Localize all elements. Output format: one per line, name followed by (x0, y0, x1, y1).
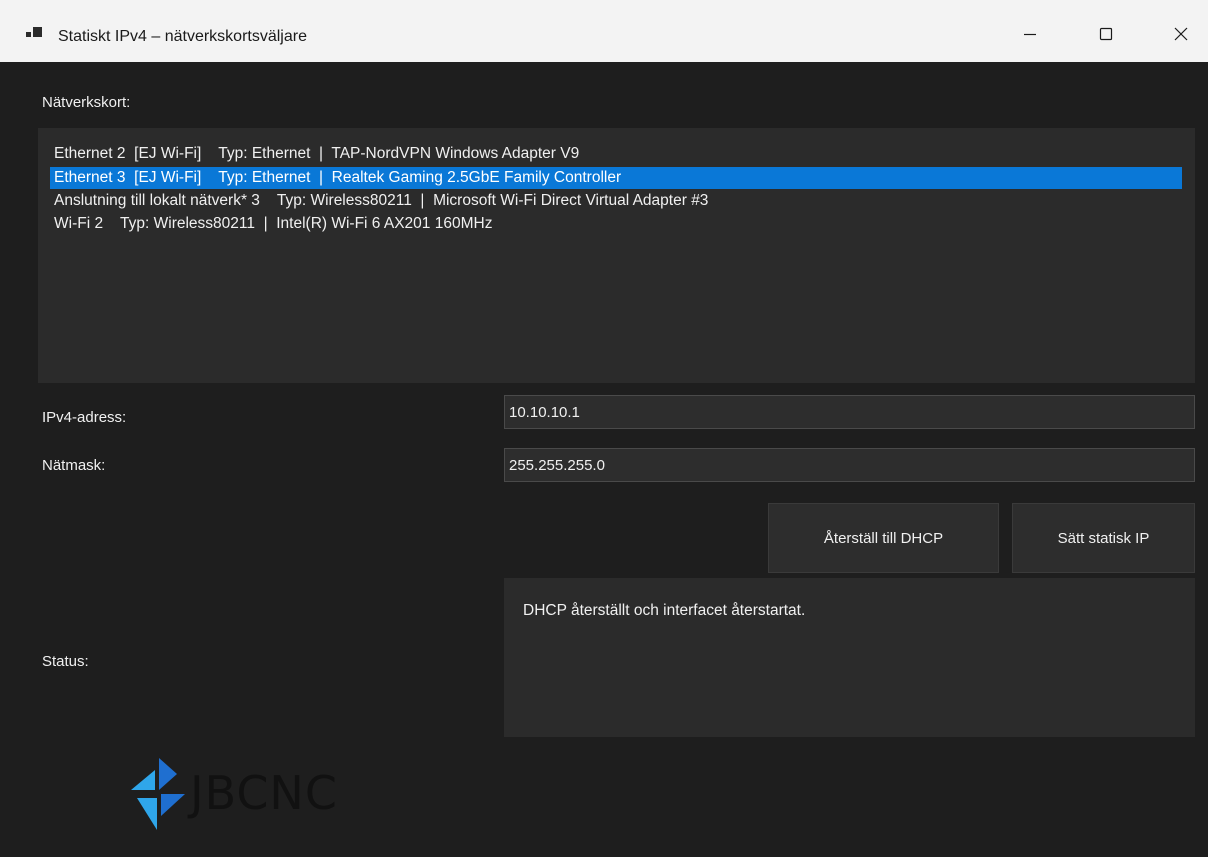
jbcnc-logo-icon (131, 758, 185, 830)
jbcnc-logo: JBCNC (127, 750, 427, 835)
window-title: Statiskt IPv4 – nätverkskortsväljare (58, 28, 307, 45)
ipv4-label: IPv4-adress: (42, 409, 127, 426)
set-static-ip-button[interactable]: Sätt statisk IP (1012, 503, 1195, 573)
minimize-icon (1024, 33, 1036, 36)
netmask-input[interactable] (504, 448, 1195, 482)
close-icon (1174, 27, 1188, 41)
minimize-button[interactable] (1009, 16, 1051, 52)
logo-text: JBCNC (190, 766, 338, 820)
adapters-label: Nätverkskort: (42, 94, 131, 111)
title-bar[interactable]: Statiskt IPv4 – nätverkskortsväljare (0, 0, 1208, 62)
reset-dhcp-button[interactable]: Återställ till DHCP (768, 503, 999, 573)
status-label: Status: (42, 653, 89, 670)
adapter-list[interactable]: Ethernet 2 [EJ Wi-Fi] Typ: Ethernet | TA… (38, 128, 1195, 383)
adapter-list-item[interactable]: Anslutning till lokalt nätverk* 3 Typ: W… (50, 190, 1182, 212)
close-button[interactable] (1160, 16, 1202, 52)
ipv4-input[interactable] (504, 395, 1195, 429)
adapter-list-item[interactable]: Ethernet 2 [EJ Wi-Fi] Typ: Ethernet | TA… (50, 143, 1182, 165)
app-window-icon (26, 27, 42, 41)
status-output: DHCP återställt och interfacet återstart… (504, 578, 1195, 737)
maximize-icon (1099, 27, 1113, 41)
adapter-list-item[interactable]: Wi-Fi 2 Typ: Wireless80211 | Intel(R) Wi… (50, 213, 1182, 235)
maximize-button[interactable] (1085, 16, 1127, 52)
adapter-list-item-selected[interactable]: Ethernet 3 [EJ Wi-Fi] Typ: Ethernet | Re… (50, 167, 1182, 189)
netmask-label: Nätmask: (42, 457, 106, 474)
